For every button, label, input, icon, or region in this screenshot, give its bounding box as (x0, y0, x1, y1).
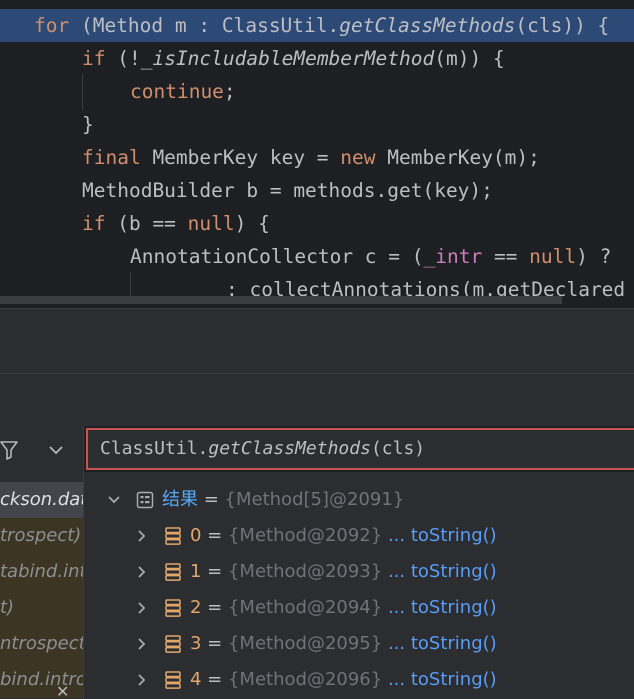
variable-name: 4 (190, 669, 202, 690)
variable-value: {Method@2095} (227, 633, 383, 654)
tostring-link[interactable]: ... toString() (388, 561, 497, 582)
chevron-right-icon[interactable] (134, 518, 150, 554)
tostring-link[interactable]: ... toString() (388, 669, 497, 690)
code-text: MethodBuilder b = methods.get(key); (82, 179, 493, 202)
variable-value: {Method@2094} (227, 597, 383, 618)
keyword: for (34, 14, 70, 37)
field-stack-icon (165, 635, 181, 653)
code-text: MemberKey(m); (375, 146, 540, 169)
code-text: MemberKey key = (140, 146, 341, 169)
frame-item[interactable]: trospect) (0, 518, 83, 554)
field-stack-icon (165, 671, 181, 689)
code-text: (! (105, 47, 141, 70)
debug-tabs-area (0, 374, 634, 426)
tree-row[interactable]: 1 = {Method@2093} ... toString() (84, 554, 634, 590)
keyword: final (82, 146, 141, 169)
equals-sign: = (201, 525, 228, 546)
horizontal-scrollbar[interactable] (0, 296, 562, 304)
tree-row[interactable]: 2 = {Method@2094} ... toString() (84, 590, 634, 626)
variables-tree[interactable]: 结果 = {Method[5]@2091} 0 = {Method@2092} … (84, 472, 634, 699)
tree-row[interactable]: 3 = {Method@2095} ... toString() (84, 626, 634, 662)
field-stack-icon (165, 527, 181, 545)
code-text: (cls)) { (515, 14, 610, 37)
code-text: (m)) { (434, 47, 505, 70)
variable-name: 0 (190, 525, 202, 546)
code-text: ) ? (576, 245, 612, 268)
equals-sign: = (198, 489, 225, 510)
chevron-right-icon[interactable] (134, 626, 150, 662)
keyword: if (82, 212, 106, 235)
code-text: (Method m : ClassUtil. (69, 14, 340, 37)
execution-line[interactable]: for (Method m : ClassUtil.getClassMethod… (0, 9, 634, 42)
variable-name: 3 (190, 633, 202, 654)
variable-value: {Method@2092} (227, 525, 383, 546)
field-name: _intr (423, 245, 483, 268)
code-text: AnnotationCollector c = ( (130, 245, 424, 268)
frame-item[interactable]: tabind.int (0, 554, 83, 590)
tree-row[interactable]: 4 = {Method@2096} ... toString() (84, 662, 634, 698)
code-line[interactable]: } (82, 108, 94, 141)
chevron-down-icon[interactable] (48, 444, 64, 456)
expression-method: getClassMethods (208, 438, 371, 459)
equals-sign: = (201, 633, 228, 654)
method-name: _isIncludableMemberMethod (140, 47, 435, 70)
variable-value: {Method@2093} (227, 561, 383, 582)
frames-panel: ckson.data trospect) tabind.int t) ntros… (0, 426, 83, 699)
variable-value: {Method[5]@2091} (224, 489, 405, 510)
frame-item[interactable]: bind.intros (0, 662, 83, 698)
code-line[interactable]: continue; (130, 75, 236, 108)
field-stack-icon (165, 599, 181, 617)
code-text: ) { (234, 212, 270, 235)
tostring-link[interactable]: ... toString() (388, 525, 497, 546)
code-text: (b == (105, 212, 188, 235)
expression-prefix: ClassUtil. (100, 438, 209, 459)
chevron-right-icon[interactable] (134, 554, 150, 590)
code-text: } (82, 113, 94, 136)
tree-row[interactable]: 0 = {Method@2092} ... toString() (84, 518, 634, 554)
toolbar-area (0, 309, 634, 373)
method-name: getClassMethods (339, 14, 516, 37)
chevron-right-icon[interactable] (134, 590, 150, 626)
tree-row-root[interactable]: 结果 = {Method[5]@2091} (84, 482, 634, 518)
frame-item[interactable]: ntrospect) (0, 626, 83, 662)
variable-value: {Method@2096} (227, 669, 383, 690)
frame-item[interactable]: t) (0, 590, 83, 626)
equals-sign: = (201, 597, 228, 618)
equals-sign: = (201, 561, 228, 582)
variable-name: 结果 (162, 489, 198, 510)
keyword: null (187, 212, 235, 235)
array-icon (136, 491, 154, 509)
chevron-right-icon[interactable] (134, 662, 150, 698)
code-line[interactable]: MethodBuilder b = methods.get(key); (82, 174, 493, 207)
frame-item[interactable]: ckson.data (0, 482, 83, 518)
code-line[interactable]: if (b == null) { (82, 207, 270, 240)
frames-toolbar (0, 426, 83, 474)
variable-name: 2 (190, 597, 202, 618)
code-line[interactable]: final MemberKey key = new MemberKey(m); (82, 141, 540, 174)
code-editor[interactable]: for (Method m : ClassUtil.getClassMethod… (0, 0, 634, 308)
tostring-link[interactable]: ... toString() (388, 633, 497, 654)
indent-guide (82, 74, 83, 110)
close-icon[interactable]: ✕ (56, 682, 69, 699)
expression-suffix: (cls) (370, 438, 426, 459)
tostring-link[interactable]: ... toString() (388, 597, 497, 618)
variable-name: 1 (190, 561, 202, 582)
keyword: continue (130, 80, 224, 103)
field-stack-icon (165, 563, 181, 581)
filter-icon[interactable] (0, 440, 18, 460)
chevron-down-icon[interactable] (106, 482, 122, 518)
code-line[interactable]: AnnotationCollector c = (_intr == null) … (130, 240, 611, 273)
keyword: if (82, 47, 106, 70)
keyword: new (340, 146, 376, 169)
equals-sign: = (201, 669, 228, 690)
code-line[interactable]: if (!_isIncludableMemberMethod(m)) { (82, 42, 505, 75)
evaluate-expression-field[interactable]: ClassUtil.getClassMethods(cls) (86, 428, 634, 470)
code-text: ; (223, 80, 236, 103)
code-text: == (482, 245, 530, 268)
keyword: null (529, 245, 577, 268)
